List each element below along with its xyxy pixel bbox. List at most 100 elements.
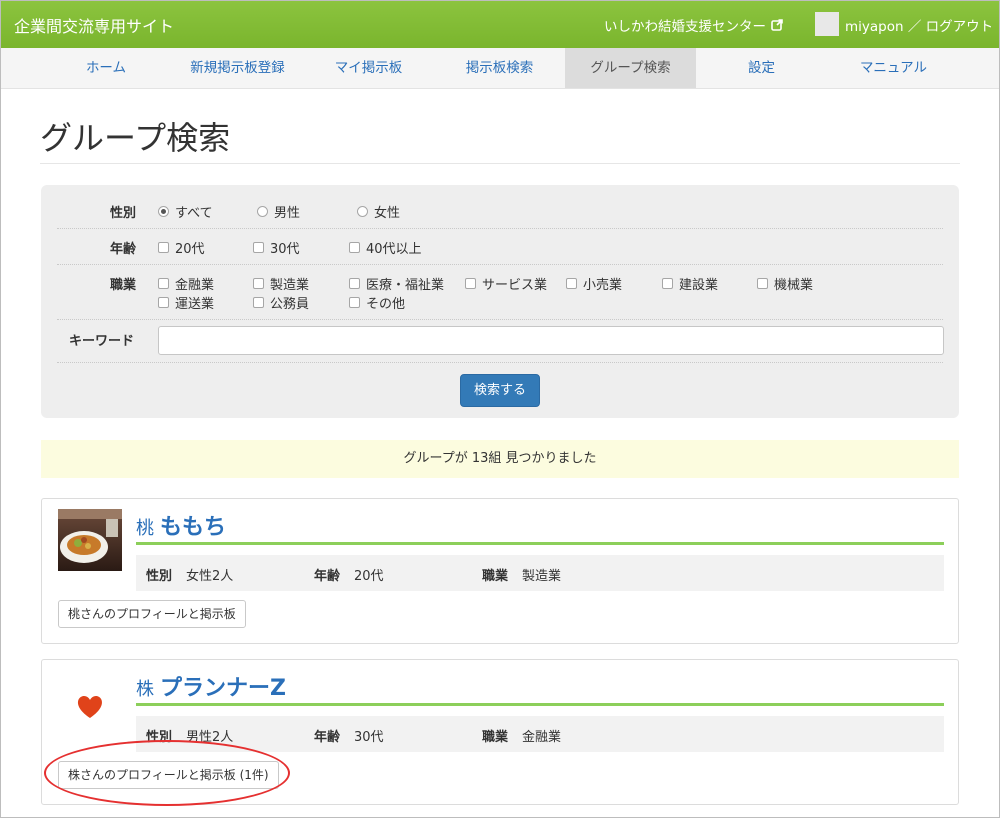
group-age-label: 年齢 <box>314 569 341 584</box>
job-option-finance[interactable]: 金融業 <box>158 274 214 293</box>
group-age-label: 年齢 <box>314 730 341 745</box>
job-option-label: 医療・福祉業 <box>366 278 445 293</box>
row-divider <box>57 264 943 265</box>
user-logout-link[interactable]: miyapon ／ ログアウト <box>845 15 993 35</box>
group-gender-label: 性別 <box>146 730 173 745</box>
checkbox-icon <box>349 297 360 308</box>
group-job-label: 職業 <box>482 730 509 745</box>
group-prefix: 株 <box>136 679 154 700</box>
title-divider <box>40 163 960 164</box>
profile-board-button[interactable]: 桃さんのプロフィールと掲示板 <box>58 600 246 628</box>
job-option-retail[interactable]: 小売業 <box>566 274 622 293</box>
checkbox-icon <box>662 278 673 289</box>
site-title[interactable]: 企業間交流専用サイト <box>14 13 174 37</box>
age-option-30s[interactable]: 30代 <box>253 238 300 257</box>
checkbox-icon <box>158 297 169 308</box>
keyword-input[interactable] <box>158 326 944 355</box>
group-job-value: 金融業 <box>522 730 562 745</box>
checkbox-icon <box>757 278 768 289</box>
group-gender-value: 女性2人 <box>186 569 234 584</box>
group-photo[interactable] <box>58 509 122 571</box>
group-gender-value: 男性2人 <box>186 730 234 745</box>
gender-option-label: すべて <box>175 206 213 221</box>
user-avatar <box>815 12 839 36</box>
group-title[interactable]: 桃 ももち <box>136 509 226 541</box>
job-option-label: 運送業 <box>175 297 215 312</box>
keyword-label: キーワード <box>69 334 135 349</box>
checkbox-icon <box>253 278 264 289</box>
checkbox-icon <box>349 278 360 289</box>
row-divider <box>57 228 943 229</box>
group-title-rule <box>136 703 944 706</box>
job-option-transport[interactable]: 運送業 <box>158 293 214 312</box>
job-option-label: 建設業 <box>679 278 719 293</box>
profile-board-button[interactable]: 株さんのプロフィールと掲示板 (1件) <box>58 761 279 789</box>
job-option-other[interactable]: その他 <box>349 293 405 312</box>
radio-icon <box>257 206 268 217</box>
checkbox-icon <box>349 242 360 253</box>
group-info: 性別 女性2人 年齢 20代 職業 製造業 <box>136 555 944 591</box>
search-button[interactable]: 検索する <box>460 374 540 407</box>
group-title[interactable]: 株 プランナーZ <box>136 670 286 702</box>
gender-label: 性別 <box>110 206 137 221</box>
job-option-manufacturing[interactable]: 製造業 <box>253 274 309 293</box>
page-title: グループ検索 <box>40 119 231 157</box>
group-age-value: 20代 <box>354 569 384 584</box>
job-option-machinery[interactable]: 機械業 <box>757 274 813 293</box>
group-job-label: 職業 <box>482 569 509 584</box>
job-option-civil-servant[interactable]: 公務員 <box>253 293 309 312</box>
main-nav: ホーム 新規掲示板登録 マイ掲示板 掲示板検索 グループ検索 設定 マニュアル <box>0 48 1000 89</box>
group-prefix: 桃 <box>136 518 154 539</box>
nav-my-board[interactable]: マイ掲示板 <box>303 48 434 88</box>
job-option-construction[interactable]: 建設業 <box>662 274 718 293</box>
nav-settings[interactable]: 設定 <box>696 48 827 88</box>
nav-home[interactable]: ホーム <box>40 48 172 88</box>
checkbox-icon <box>158 278 169 289</box>
top-bar: 企業間交流専用サイト いしかわ結婚支援センター miyapon ／ ログアウト <box>0 0 1000 48</box>
nav-group-search[interactable]: グループ検索 <box>565 48 696 88</box>
gender-option-label: 女性 <box>374 206 401 221</box>
row-divider <box>57 362 943 363</box>
group-name: プランナーZ <box>160 676 286 701</box>
external-link-icon <box>771 19 783 31</box>
age-option-label: 20代 <box>175 242 205 257</box>
age-label: 年齢 <box>110 242 137 257</box>
gender-option-female[interactable]: 女性 <box>357 202 400 221</box>
age-option-40s-plus[interactable]: 40代以上 <box>349 238 422 257</box>
group-info: 性別 男性2人 年齢 30代 職業 金融業 <box>136 716 944 752</box>
job-option-label: 公務員 <box>270 297 310 312</box>
job-option-label: 機械業 <box>774 278 814 293</box>
nav-manual[interactable]: マニュアル <box>827 48 960 88</box>
checkbox-icon <box>253 297 264 308</box>
age-option-label: 30代 <box>270 242 300 257</box>
job-option-label: サービス業 <box>482 278 548 293</box>
radio-checked-icon <box>158 206 169 217</box>
job-option-medical-welfare[interactable]: 医療・福祉業 <box>349 274 444 293</box>
checkbox-icon <box>566 278 577 289</box>
age-option-label: 40代以上 <box>366 242 422 257</box>
job-option-label: 金融業 <box>175 278 215 293</box>
group-photo[interactable] <box>58 670 122 732</box>
radio-icon <box>357 206 368 217</box>
gender-option-all[interactable]: すべて <box>158 202 213 221</box>
group-age-value: 30代 <box>354 730 384 745</box>
group-name: ももち <box>160 515 227 540</box>
checkbox-icon <box>465 278 476 289</box>
group-title-rule <box>136 542 944 545</box>
job-option-service[interactable]: サービス業 <box>465 274 547 293</box>
job-option-label: 小売業 <box>583 278 623 293</box>
center-link-label: いしかわ結婚支援センター <box>604 19 766 35</box>
center-link[interactable]: いしかわ結婚支援センター <box>604 15 783 35</box>
group-job-value: 製造業 <box>522 569 562 584</box>
result-count-message: グループが 13組 見つかりました <box>41 440 959 478</box>
nav-new-board[interactable]: 新規掲示板登録 <box>172 48 303 88</box>
group-gender-label: 性別 <box>146 569 173 584</box>
checkbox-icon <box>253 242 264 253</box>
checkbox-icon <box>158 242 169 253</box>
nav-board-search[interactable]: 掲示板検索 <box>434 48 565 88</box>
gender-option-male[interactable]: 男性 <box>257 202 300 221</box>
gender-option-label: 男性 <box>274 206 301 221</box>
job-option-label: 製造業 <box>270 278 310 293</box>
group-card: 桃 ももち 性別 女性2人 年齢 20代 職業 製造業 桃さんのプロフィールと掲… <box>41 498 959 644</box>
age-option-20s[interactable]: 20代 <box>158 238 205 257</box>
